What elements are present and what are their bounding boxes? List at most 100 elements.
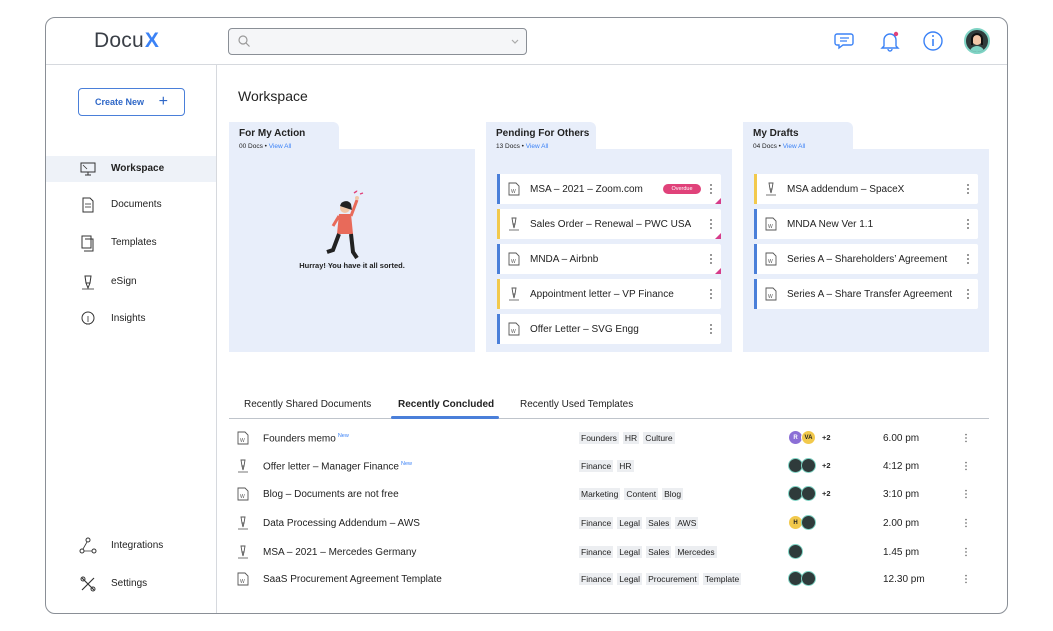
tag[interactable]: Marketing (579, 488, 621, 500)
tag[interactable]: Sales (646, 546, 672, 558)
doc-card[interactable]: W MNDA – Airbnb (497, 244, 721, 274)
kebab-menu-icon[interactable] (964, 517, 968, 529)
table-row[interactable]: Offer letter – Manager Finance New Finance… (217, 456, 1007, 476)
sidebar-item-esign[interactable]: eSign (46, 269, 216, 295)
document-name[interactable]: Blog – Documents are not free (263, 489, 399, 500)
document-name[interactable]: Founders memo New (263, 433, 349, 444)
participant-avatars[interactable]: +2 (788, 486, 831, 501)
doc-name: Series A – Share Transfer Agreement (787, 289, 953, 300)
sidebar-item-templates[interactable]: Templates (46, 230, 216, 256)
sidebar-item-integrations[interactable]: Integrations (46, 533, 216, 559)
tag[interactable]: HR (617, 460, 634, 472)
kebab-menu-icon[interactable] (709, 182, 713, 196)
document-name-text: Offer letter – Manager Finance (263, 461, 399, 473)
doc-card[interactable]: Appointment letter – VP Finance (497, 279, 721, 309)
tag[interactable]: Founders (579, 432, 619, 444)
word-doc-icon: W (508, 182, 520, 196)
tag[interactable]: AWS (675, 517, 699, 529)
tag[interactable]: Content (624, 488, 659, 500)
participant-avatars[interactable] (788, 544, 803, 559)
bell-icon[interactable] (878, 29, 902, 53)
tag[interactable]: Finance (579, 460, 614, 472)
tag[interactable]: Legal (617, 517, 643, 529)
doc-card[interactable]: W Offer Letter – SVG Engg (497, 314, 721, 344)
doc-card[interactable]: W MSA – 2021 – Zoom.com Overdue (497, 174, 721, 204)
main-content: Workspace For My Action 00 Docs • View A… (217, 65, 1007, 613)
word-doc-icon: W (765, 252, 777, 266)
user-face-icon (970, 33, 984, 52)
table-row[interactable]: Data Processing Addendum – AWS Finance Leg… (217, 513, 1007, 533)
kebab-menu-icon[interactable] (966, 217, 970, 231)
tag[interactable]: Blog (662, 488, 684, 500)
table-row[interactable]: W Blog – Documents are not free Marketing C… (217, 484, 1007, 504)
sidebar-item-insights[interactable]: Insights (46, 306, 216, 332)
tag[interactable]: Culture (643, 432, 675, 444)
doc-card[interactable]: W Series A – Shareholders’ Agreement (754, 244, 978, 274)
tag[interactable]: Mercedes (675, 546, 717, 558)
info-icon[interactable] (921, 29, 945, 53)
status-bar (497, 209, 500, 239)
sidebar-item-workspace[interactable]: Workspace (46, 156, 216, 182)
search-input[interactable] (228, 28, 527, 55)
tag[interactable]: Legal (617, 546, 643, 558)
participant-avatars[interactable]: +2 (788, 458, 831, 473)
sidebar-item-documents[interactable]: Documents (46, 192, 216, 218)
view-all-link[interactable]: View All (783, 143, 806, 150)
word-doc-icon: W (237, 487, 249, 501)
user-avatar[interactable] (964, 28, 990, 54)
kebab-menu-icon[interactable] (966, 252, 970, 266)
more-participants-count: +2 (822, 489, 831, 498)
kebab-menu-icon[interactable] (964, 546, 968, 558)
tag[interactable]: Template (702, 573, 742, 585)
participant-avatars[interactable] (788, 571, 816, 586)
tag[interactable]: Finance (579, 573, 614, 585)
table-row[interactable]: MSA – 2021 – Mercedes Germany Finance Lega… (217, 542, 1007, 562)
word-doc-icon: W (237, 572, 249, 586)
document-name[interactable]: SaaS Procurement Agreement Template (263, 574, 442, 585)
avatar (801, 458, 816, 473)
doc-card[interactable]: Sales Order – Renewal – PWC USA (497, 209, 721, 239)
tag[interactable]: HR (622, 432, 640, 444)
tab-recently-shared[interactable]: Recently Shared Documents (244, 399, 371, 419)
doc-card[interactable]: W MNDA New Ver 1.1 (754, 209, 978, 239)
card-count: 04 Docs • View All (753, 143, 806, 150)
kebab-menu-icon[interactable] (709, 252, 713, 266)
doc-card[interactable]: MSA addendum – SpaceX (754, 174, 978, 204)
view-all-link[interactable]: View All (269, 143, 292, 150)
document-name[interactable]: Offer letter – Manager Finance New (263, 461, 412, 472)
table-row[interactable]: W SaaS Procurement Agreement Template Fina… (217, 569, 1007, 589)
tag-list: Marketing Content Blog (579, 488, 684, 500)
kebab-menu-icon[interactable] (966, 182, 970, 196)
table-row[interactable]: W Founders memo New Founders HR Culture R VA +2 6… (217, 428, 1007, 448)
tag[interactable]: Legal (617, 573, 643, 585)
esign-icon (765, 182, 777, 196)
tab-recently-used-templates[interactable]: Recently Used Templates (520, 399, 633, 419)
tag[interactable]: Procurement (646, 573, 699, 585)
kebab-menu-icon[interactable] (709, 217, 713, 231)
document-name[interactable]: MSA – 2021 – Mercedes Germany (263, 547, 416, 558)
kebab-menu-icon[interactable] (709, 287, 713, 301)
doc-card[interactable]: W Series A – Share Transfer Agreement (754, 279, 978, 309)
kebab-menu-icon[interactable] (964, 488, 968, 500)
participant-avatars[interactable]: H (788, 515, 816, 530)
chat-icon[interactable] (833, 29, 857, 53)
status-bar (497, 279, 500, 309)
kebab-menu-icon[interactable] (966, 287, 970, 301)
participant-avatars[interactable]: R VA +2 (788, 430, 831, 445)
create-new-button[interactable]: Create New + (78, 88, 185, 116)
kebab-menu-icon[interactable] (964, 460, 968, 472)
view-all-link[interactable]: View All (526, 143, 549, 150)
corner-flag (715, 198, 721, 204)
avatar (788, 544, 803, 559)
app-logo[interactable]: Docu X (94, 29, 159, 53)
kebab-menu-icon[interactable] (709, 322, 713, 336)
tag[interactable]: Finance (579, 517, 614, 529)
kebab-menu-icon[interactable] (964, 432, 968, 444)
tag[interactable]: Sales (646, 517, 672, 529)
kebab-menu-icon[interactable] (964, 573, 968, 585)
card-count: 00 Docs • View All (239, 143, 292, 150)
document-name[interactable]: Data Processing Addendum – AWS (263, 518, 420, 529)
svg-text:W: W (240, 494, 245, 500)
tag[interactable]: Finance (579, 546, 614, 558)
sidebar-item-settings[interactable]: Settings (46, 571, 216, 597)
